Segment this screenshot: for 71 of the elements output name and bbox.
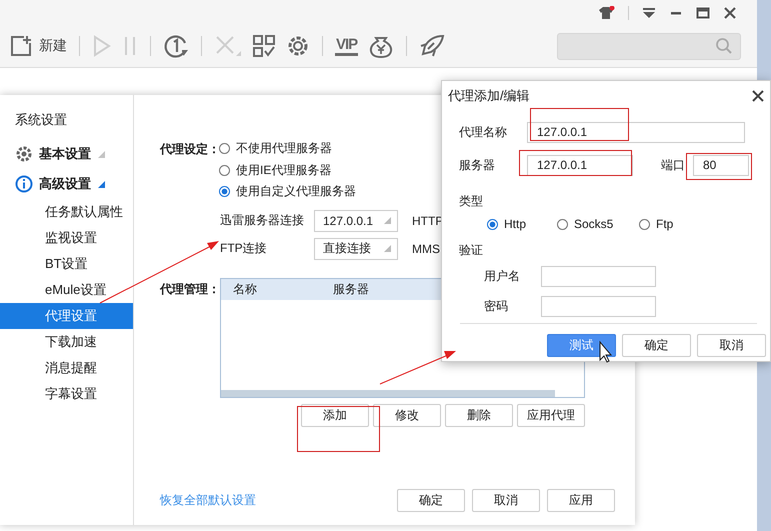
section-label: 类型 [458,193,484,210]
sidebar-item[interactable]: 消息提醒 [0,355,133,381]
proxy-manager-label: 代理管理： [160,280,221,298]
dialog-button[interactable]: 确定 [622,334,691,357]
column-header[interactable]: 服务器 [333,280,433,298]
rocket-icon[interactable] [419,34,446,58]
sidebar-group[interactable]: 基本设置 [39,145,91,163]
radio-label[interactable]: 使用自定义代理服务器 [236,183,356,200]
dialog-button[interactable]: 取消 [697,334,766,357]
sidebar-item[interactable]: 监视设置 [0,225,133,251]
close-icon[interactable] [723,7,737,19]
table-action-button[interactable]: 修改 [373,404,441,426]
dialog-title: 代理添加/编辑 [448,87,530,105]
sidebar-group[interactable]: 高级设置 [39,175,91,193]
radio-button[interactable] [219,186,230,198]
close-icon[interactable] [752,90,764,102]
horizontal-scrollbar[interactable] [221,390,555,396]
expand-triangle-icon[interactable] [97,180,105,188]
column-header[interactable]: 名称 [233,280,333,298]
connection-label: 迅雷服务器连接 [220,212,305,229]
sidebar-item[interactable]: BT设置 [0,251,133,277]
connection-dropdown[interactable]: 127.0.0.1 [314,210,398,232]
search-field[interactable] [557,32,741,60]
proxy-setting-label: 代理设定： [160,141,221,158]
radio-button[interactable] [219,164,230,176]
gear-icon[interactable] [286,34,310,58]
radio-label[interactable]: Http [504,217,526,231]
radio-label[interactable]: 使用IE代理服务器 [236,162,332,179]
gear-icon [15,145,33,163]
field-label: 端口 [661,157,686,174]
field-label: 密码 [484,298,509,315]
connection-label: FTP连接 [220,240,268,257]
sidebar-title: 系统设置 [14,111,68,129]
field-label: 服务器 [459,157,496,174]
sidebar-item[interactable]: eMule设置 [0,277,133,303]
password-field[interactable] [541,296,656,317]
table-action-button[interactable]: 添加 [301,404,369,426]
connection-dropdown[interactable]: 直接连接 [314,238,398,260]
radio-label[interactable]: 不使用代理服务器 [236,140,332,158]
sidebar-item[interactable]: 下载加速 [0,329,133,355]
one-circle-icon[interactable] [163,33,189,59]
dialog-button[interactable]: 确定 [397,489,465,512]
dialog-button[interactable]: 应用 [547,489,615,512]
info-icon [15,175,33,193]
radio-button[interactable] [487,218,498,230]
new-label[interactable]: 新建 [39,37,67,55]
sidebar-item[interactable]: 任务默认属性 [0,199,133,225]
radio-label[interactable]: Ftp [656,217,674,231]
radio-button[interactable] [557,218,568,230]
port-field[interactable]: 80 [693,155,749,176]
table-action-button[interactable]: 应用代理 [517,404,585,426]
username-field[interactable] [541,266,656,287]
section-label: 验证 [458,242,484,259]
proxy-name-field[interactable]: 127.0.0.1 [527,122,745,143]
highlight-overlay [686,153,752,180]
new-task-icon[interactable] [9,34,33,58]
maximize-icon[interactable] [696,7,710,19]
sidebar-item[interactable]: 字幕设置 [0,381,133,407]
sidebar-item[interactable]: 代理设置 [0,303,133,329]
radio-label[interactable]: Socks5 [574,217,614,231]
table-action-button[interactable]: 删除 [445,404,513,426]
grid-icon[interactable] [252,34,276,58]
vip-logo[interactable]: VIP [335,36,358,56]
dialog-button[interactable]: 取消 [472,489,540,512]
radio-button[interactable] [639,218,650,230]
radio-button[interactable] [219,143,230,154]
field-label: 代理名称 [459,124,508,141]
protocol-label: MMS [412,242,440,256]
shirt-icon[interactable] [597,6,615,20]
menu-icon[interactable] [642,7,656,19]
field-label: 用户名 [484,268,521,285]
